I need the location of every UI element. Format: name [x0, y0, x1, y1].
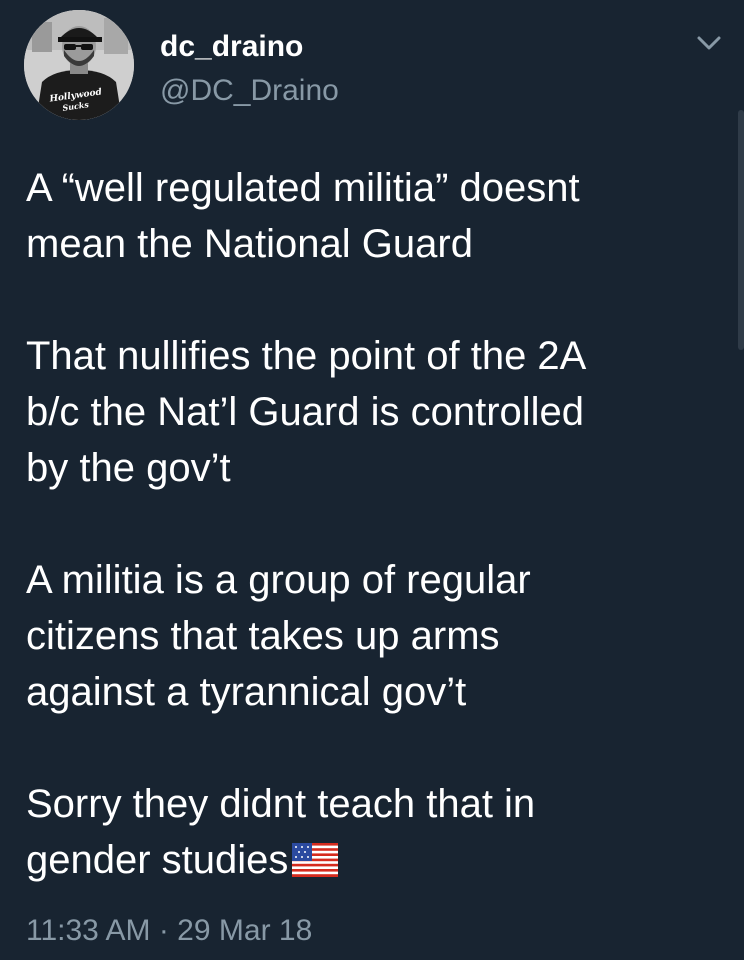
text-line: against a tyrannical gov’t	[26, 670, 467, 714]
text-line: citizens that takes up arms	[26, 614, 500, 658]
tweet-paragraph: Sorry they didnt teach that in gender st…	[26, 776, 732, 892]
text-line: That nullifies the point of the 2A	[26, 334, 587, 378]
tweet-paragraph: A “well regulated militia” doesnt mean t…	[26, 160, 732, 272]
text-line: b/c the Nat’l Guard is controlled	[26, 390, 585, 434]
text-line: mean the National Guard	[26, 222, 473, 266]
text-line: A “well regulated militia” doesnt	[26, 166, 580, 210]
text-line: by the gov’t	[26, 446, 231, 490]
text-line: gender studies	[26, 838, 289, 882]
tweet-card: Hollywood Sucks dc_draino @DC_Draino A “…	[0, 0, 744, 960]
user-handle[interactable]: @DC_Draino	[160, 73, 339, 109]
tweet-paragraph: That nullifies the point of the 2A b/c t…	[26, 328, 732, 496]
scrollbar[interactable]	[738, 110, 744, 350]
tweet-paragraph: A militia is a group of regular citizens…	[26, 552, 732, 720]
us-flag-icon	[292, 836, 339, 892]
chevron-down-icon[interactable]	[694, 28, 724, 58]
tweet-text: A “well regulated militia” doesnt mean t…	[26, 160, 732, 892]
display-name[interactable]: dc_draino	[160, 29, 303, 65]
tweet-timestamp[interactable]: 11:33 AM · 29 Mar 18	[26, 913, 312, 949]
avatar[interactable]: Hollywood Sucks	[24, 10, 134, 120]
text-line: Sorry they didnt teach that in	[26, 782, 536, 826]
avatar-photo: Hollywood Sucks	[24, 10, 134, 120]
text-line-with-emoji: gender studies	[26, 832, 732, 892]
text-line: A militia is a group of regular	[26, 558, 531, 602]
